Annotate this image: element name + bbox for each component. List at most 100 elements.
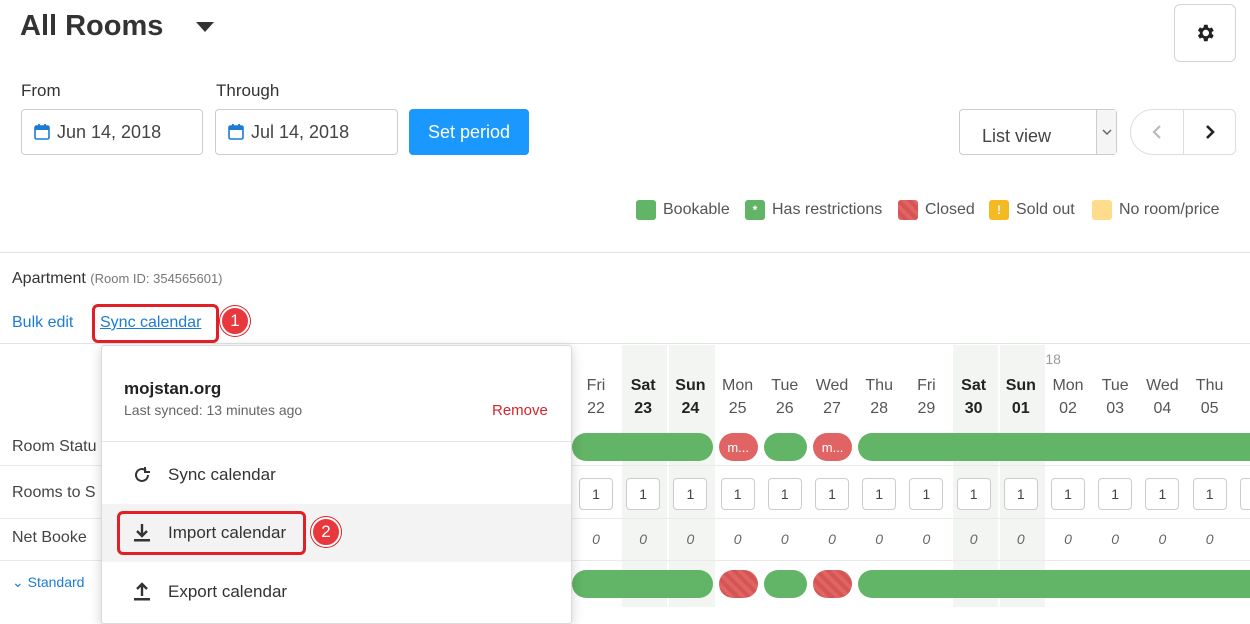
rooms-to-sell-input[interactable]: 1 [1145,478,1180,510]
from-date-input[interactable]: Jun 14, 2018 [21,109,203,155]
day-of-week: Tue [1101,377,1129,394]
status-bookable-bar[interactable] [763,433,807,461]
day-of-week: Wed [815,377,849,394]
status-closed-pill[interactable] [718,570,758,598]
day-of-week: Sat [961,377,987,394]
rate-plan-standard[interactable]: ⌄ Standard [12,574,84,591]
net-booked-value: 0 [733,531,742,547]
net-booked-value: 0 [592,531,600,547]
menu-item-sync-calendar[interactable]: Sync calendar [102,446,571,504]
day-of-month: 29 [917,400,936,417]
upload-icon [134,582,150,601]
through-label: Through [216,81,280,100]
day-of-month: 03 [1106,400,1125,417]
status-bookable-bar[interactable] [858,570,1250,598]
day-of-month: 23 [634,400,653,417]
net-booked-value: 0 [969,531,978,547]
rooms-to-sell-input[interactable]: 1 [626,478,661,510]
highlight-box-sync [92,304,219,343]
closed-swatch [898,200,918,220]
rooms-to-sell-input[interactable]: 1 [1192,478,1227,510]
row-label-room-status: Room Statu [12,438,97,455]
rooms-to-sell-input[interactable]: 1 [1239,478,1250,510]
net-booked-value: 0 [780,531,789,547]
day-of-month: 27 [823,400,841,417]
view-select[interactable]: List view [959,109,1117,155]
sync-calendar-popup: mojstan.org Last synced: 13 minutes ago … [101,345,572,624]
status-closed-pill[interactable]: m... [718,433,758,461]
day-of-month: 05 [1200,400,1219,417]
rooms-to-sell-input[interactable]: 1 [956,478,991,510]
rooms-to-sell-input[interactable]: 1 [720,478,755,510]
status-closed-pill[interactable]: m... [813,433,853,461]
day-of-week: Wed [1146,377,1179,394]
day-of-month: 22 [587,400,605,417]
net-booked-value: 0 [686,531,695,547]
chevron-left-icon [1152,125,1161,139]
through-date-input[interactable]: Jul 14, 2018 [215,109,398,155]
highlight-box-import [117,511,306,555]
day-of-week: Fri [586,377,606,394]
remove-link[interactable]: Remove [492,402,548,419]
step-badge-1: 1 [220,306,250,336]
divider [102,441,571,442]
next-period-button[interactable] [1183,109,1236,155]
room-title: Apartment (Room ID: 354565601) [12,270,223,287]
page-title[interactable]: All Rooms [20,10,163,43]
day-of-week: Mon [1052,377,1084,394]
status-closed-pill[interactable] [813,570,853,598]
day-of-month: 04 [1153,400,1172,417]
rooms-to-sell-input[interactable]: 1 [673,478,708,510]
legend-has-restrictions: * Has restrictions [745,200,882,220]
bookable-swatch [636,200,656,220]
rooms-to-sell-input[interactable]: 1 [767,478,802,510]
rooms-to-sell-input[interactable]: 1 [579,478,613,510]
net-booked-value: 0 [639,531,648,547]
rooms-to-sell-input[interactable]: 1 [909,478,944,510]
last-synced-text: Last synced: 13 minutes ago [124,402,303,418]
synced-site-name: mojstan.org [124,379,222,398]
net-booked-value: 0 [1238,531,1250,547]
legend-closed: Closed [898,200,975,220]
net-booked-value: 0 [828,531,836,547]
day-of-month: 30 [964,400,983,417]
set-period-button[interactable]: Set period [409,109,529,155]
through-date-value: Jul 14, 2018 [251,121,350,142]
rooms-to-sell-input[interactable]: 1 [815,478,849,510]
legend-no-room-price: No room/price [1092,200,1219,220]
net-booked-value: 0 [1016,531,1025,547]
net-booked-value: 0 [1111,531,1120,547]
day-of-month: 02 [1059,400,1077,417]
status-bookable-bar[interactable] [763,570,807,598]
row-label-net-booked: Net Booke [12,529,87,546]
prev-period-button[interactable] [1130,109,1183,155]
settings-button[interactable] [1174,4,1236,62]
day-of-week: Thu [865,377,893,394]
status-bookable-bar[interactable] [572,570,713,598]
rooms-to-sell-input[interactable]: 1 [1051,478,1085,510]
day-of-month: 25 [728,400,747,417]
net-booked-value: 0 [1158,531,1167,547]
net-booked-value: 0 [875,531,884,547]
day-of-month: 26 [775,400,794,417]
no-room-price-swatch [1092,200,1112,220]
day-of-week: Thu [1195,377,1224,394]
row-label-rooms-to-sell: Rooms to S [12,484,96,501]
menu-item-export-calendar[interactable]: Export calendar [102,563,571,621]
rooms-to-sell-input[interactable]: 1 [1003,478,1038,510]
day-of-week: Fri [917,377,936,394]
gear-icon [1197,24,1214,42]
room-id: (Room ID: 354565601) [90,271,223,286]
caret-down-icon[interactable] [196,22,214,32]
chevron-right-icon [1205,125,1215,139]
from-label: From [21,81,61,100]
asterisk-icon: * [745,200,765,220]
calendar-icon [228,124,244,140]
day-of-week: Tue [771,377,799,394]
rooms-to-sell-input[interactable]: 1 [862,478,897,510]
status-bookable-bar[interactable] [572,433,713,461]
rooms-to-sell-input[interactable]: 1 [1098,478,1133,510]
day-of-month: 24 [681,400,700,417]
bulk-edit-link[interactable]: Bulk edit [12,314,73,332]
status-bookable-bar[interactable] [858,433,1250,461]
